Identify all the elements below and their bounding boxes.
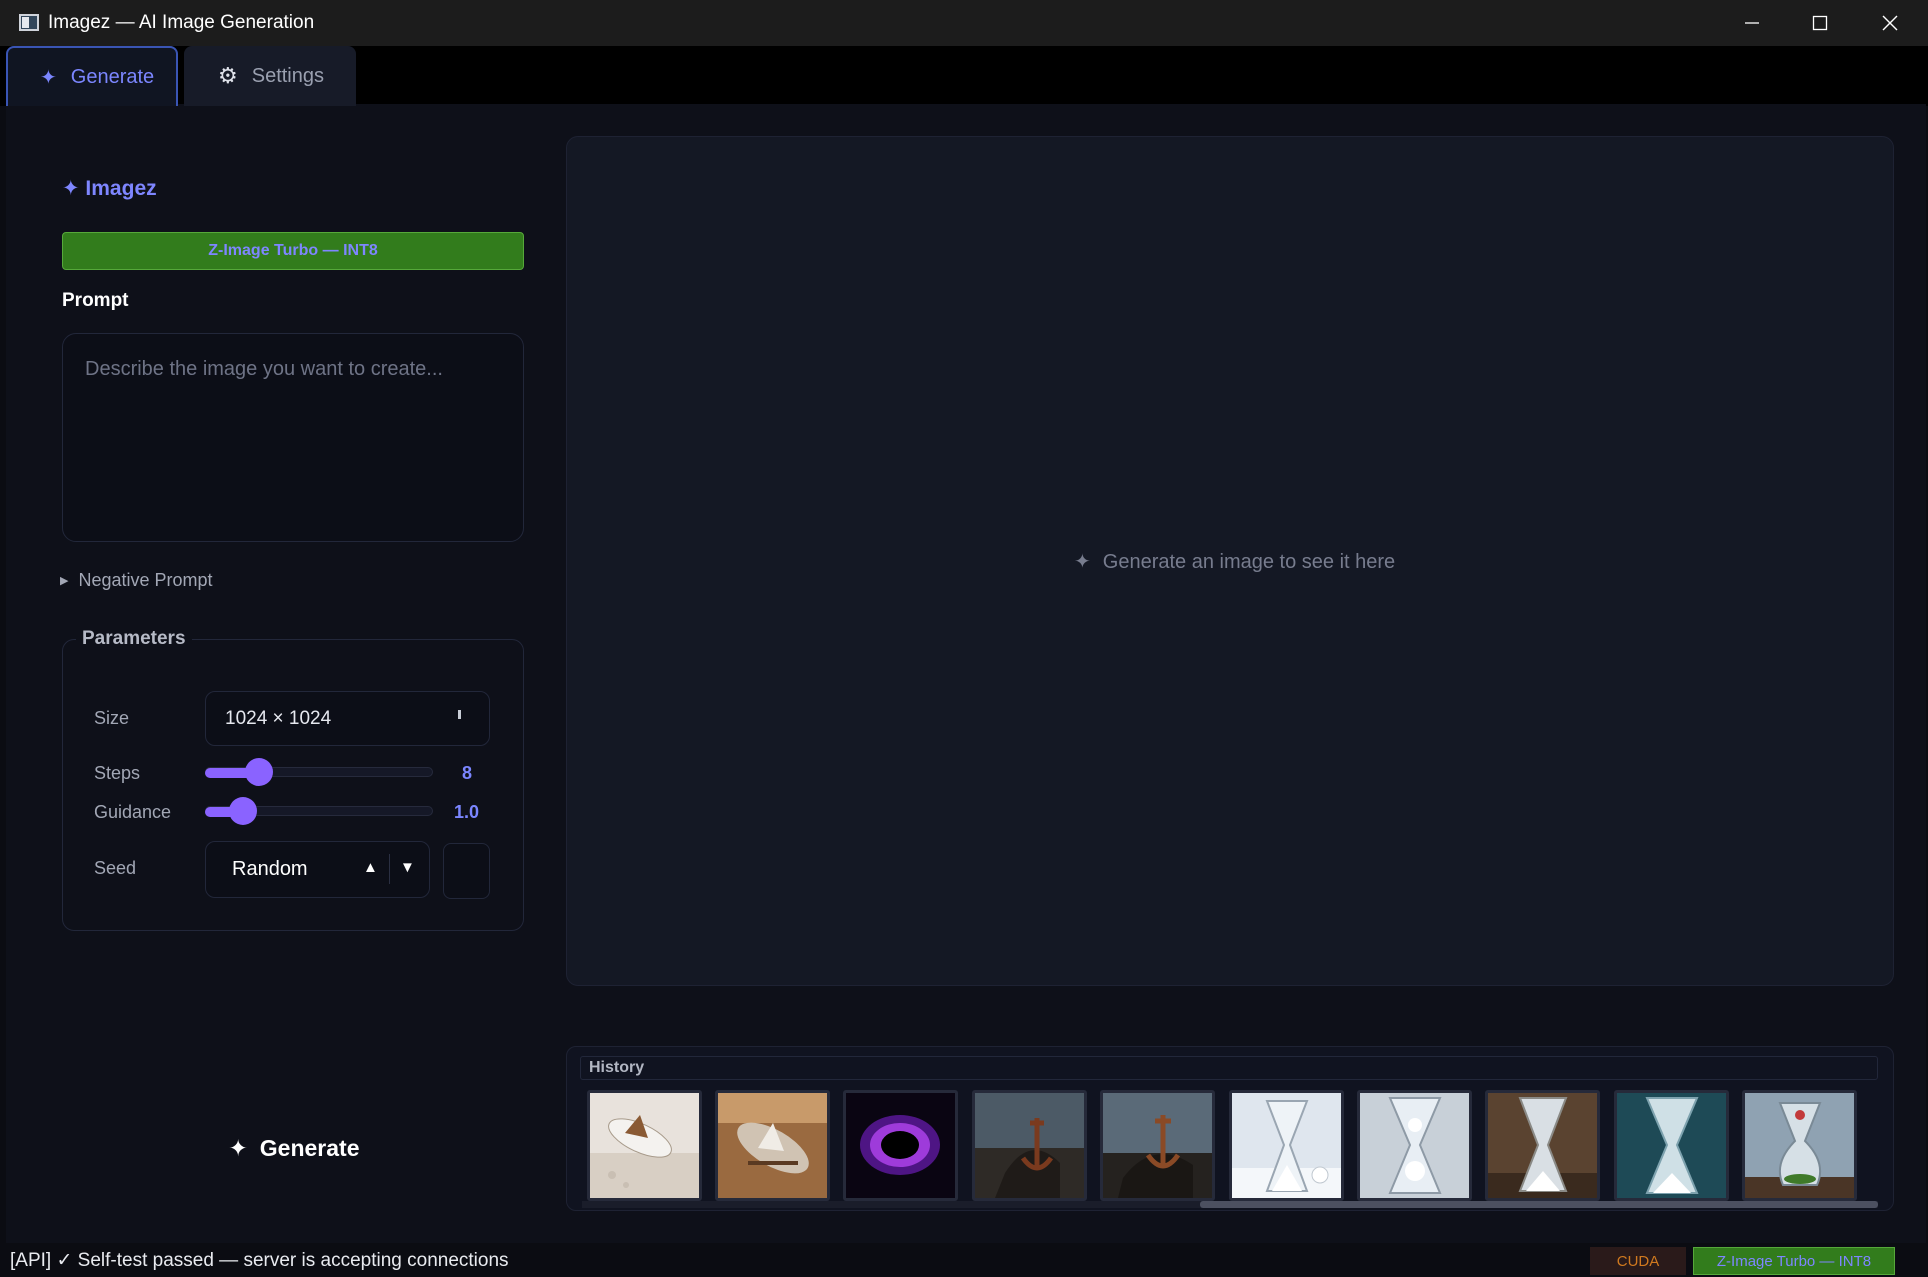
history-thumbnail[interactable] — [1100, 1090, 1215, 1201]
app-icon — [19, 14, 39, 31]
sparkle-icon: ✦ — [40, 66, 57, 89]
history-title: History — [580, 1056, 1878, 1080]
gear-icon: ⚙ — [218, 63, 238, 88]
seed-randomize-button[interactable] — [443, 843, 490, 899]
seed-value: Random — [232, 858, 308, 880]
history-thumbnail[interactable] — [1485, 1090, 1600, 1201]
generate-label: Generate — [259, 1134, 360, 1161]
seed-increment-button[interactable]: ▲ — [363, 859, 378, 876]
guidance-slider-handle[interactable] — [229, 797, 257, 825]
minimize-button[interactable] — [1718, 0, 1786, 46]
prompt-input[interactable]: Describe the image you want to create... — [62, 333, 524, 542]
maximize-icon — [1812, 15, 1828, 31]
prompt-placeholder: Describe the image you want to create... — [85, 358, 443, 380]
history-thumbnail[interactable] — [1357, 1090, 1472, 1201]
window-title: Imagez — AI Image Generation — [48, 12, 315, 33]
negative-prompt-toggle[interactable]: ▶ Negative Prompt — [60, 570, 213, 591]
history-thumbnail[interactable] — [1742, 1090, 1857, 1201]
app-brand: ✦ Imagez — [62, 177, 157, 200]
hourglass-image — [1617, 1093, 1726, 1198]
model-status-badge: Z-Image Turbo — INT8 — [1693, 1247, 1895, 1275]
steps-value: 8 — [462, 763, 473, 783]
model-badge: Z-Image Turbo — INT8 — [62, 232, 524, 270]
spin-separator — [389, 854, 390, 884]
history-thumbnail[interactable] — [1614, 1090, 1729, 1201]
hourglass-image — [1360, 1093, 1469, 1198]
negative-prompt-label: Negative Prompt — [78, 570, 213, 590]
steps-label: Steps — [94, 763, 141, 783]
size-select[interactable]: 1024 × 1024 — [205, 691, 490, 746]
history-thumbnail[interactable] — [1229, 1090, 1344, 1201]
triangle-down-icon: ▼ — [400, 859, 415, 876]
close-icon — [1882, 15, 1898, 31]
close-button[interactable] — [1856, 0, 1924, 46]
maximize-button[interactable] — [1786, 0, 1854, 46]
tab-generate[interactable]: ✦ Generate — [6, 46, 178, 106]
hourglass-image — [1488, 1093, 1597, 1198]
hourglass-image — [1232, 1093, 1341, 1198]
seed-label: Seed — [94, 858, 137, 878]
tab-generate-label: Generate — [70, 65, 155, 88]
tab-settings-label: Settings — [251, 64, 324, 87]
history-thumbnail[interactable] — [587, 1090, 702, 1201]
preview-placeholder: ✦ Generate an image to see it here — [1074, 549, 1395, 574]
generate-button[interactable]: ✦ Generate — [210, 1125, 378, 1171]
guidance-label: Guidance — [94, 802, 172, 822]
hourglass-terrarium-image — [1745, 1093, 1854, 1198]
history-thumbnail[interactable] — [715, 1090, 830, 1201]
sparkle-icon: ✦ — [228, 1134, 248, 1161]
minimize-icon — [1745, 22, 1759, 24]
anchor-image — [1103, 1093, 1212, 1198]
parameters-legend: Parameters — [76, 628, 192, 650]
size-value: 1024 × 1024 — [225, 707, 332, 729]
tab-settings[interactable]: ⚙ Settings — [184, 46, 356, 106]
anchor-image — [975, 1093, 1084, 1198]
seed-decrement-button[interactable]: ▼ — [400, 859, 415, 876]
prompt-label: Prompt — [62, 290, 129, 311]
black-hole-image — [846, 1093, 955, 1198]
ship-in-bottle-image — [718, 1093, 827, 1198]
ship-in-bottle-image — [590, 1093, 699, 1198]
status-message: [API] ✓ Self-test passed — server is acc… — [10, 1250, 509, 1271]
size-label: Size — [94, 708, 130, 728]
caret-right-icon: ▶ — [60, 575, 69, 587]
triangle-up-icon: ▲ — [363, 859, 378, 876]
device-badge: CUDA — [1590, 1247, 1686, 1275]
sparkle-icon: ✦ — [1074, 551, 1091, 573]
dropdown-indicator-icon — [458, 710, 461, 719]
history-thumbnail[interactable] — [843, 1090, 958, 1201]
preview-hint-text: Generate an image to see it here — [1102, 551, 1396, 573]
guidance-value: 1.0 — [454, 802, 480, 822]
steps-slider-handle[interactable] — [245, 758, 273, 786]
history-thumbnail[interactable] — [972, 1090, 1087, 1201]
history-scrollbar-thumb[interactable] — [1200, 1201, 1878, 1208]
seed-input[interactable]: Random — [205, 841, 430, 898]
